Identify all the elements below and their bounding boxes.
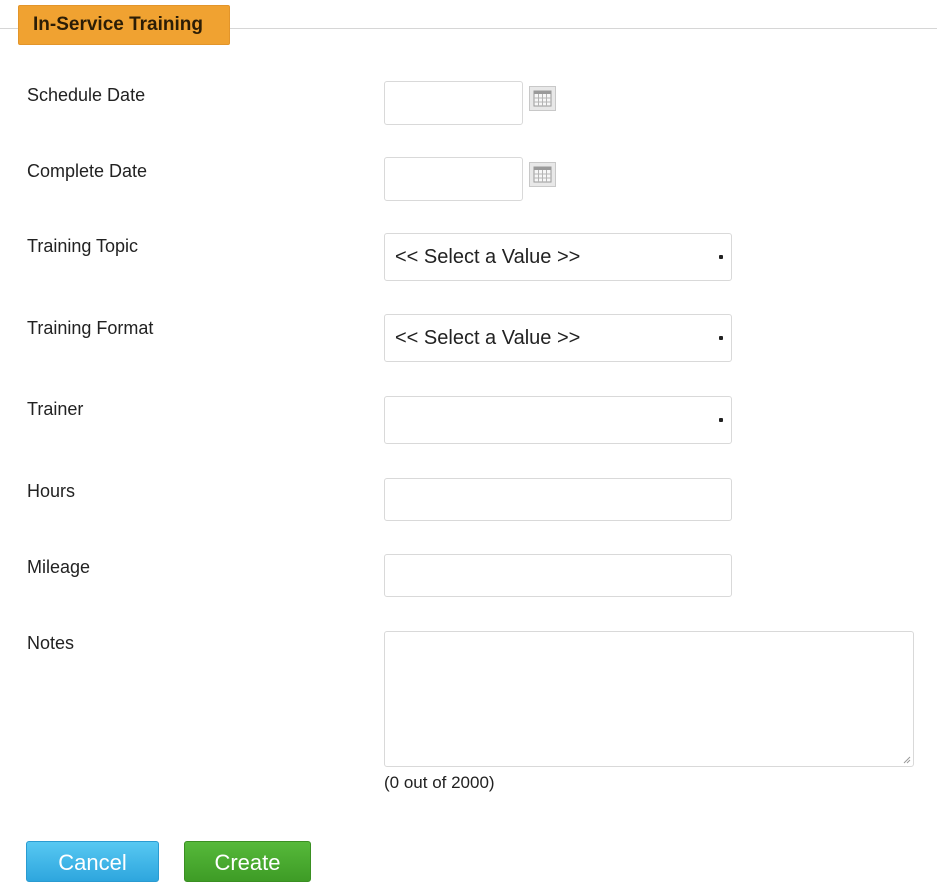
training-topic-label: Training Topic [27,236,139,256]
training-topic-select[interactable]: << Select a Value >> [384,233,732,281]
complete-date-label: Complete Date [27,161,148,181]
mileage-input[interactable] [384,554,732,597]
calendar-icon[interactable] [529,86,556,111]
trainer-label: Trainer [27,399,84,419]
training-topic-value: << Select a Value >> [395,246,581,268]
notes-label: Notes [27,633,75,653]
schedule-date-input[interactable] [384,81,523,125]
dropdown-arrow-icon [719,255,723,259]
hours-label: Hours [27,481,76,501]
trainer-select[interactable] [384,396,732,444]
notes-character-counter: (0 out of 2000) [384,773,495,792]
training-format-value: << Select a Value >> [395,327,581,349]
training-format-label: Training Format [27,318,154,338]
resize-grip-icon[interactable] [903,756,911,764]
hours-input[interactable] [384,478,732,521]
dropdown-arrow-icon [719,418,723,422]
notes-textarea[interactable] [384,631,914,767]
complete-date-input[interactable] [384,157,523,201]
cancel-button[interactable]: Cancel [26,841,159,882]
calendar-icon[interactable] [529,162,556,187]
dropdown-arrow-icon [719,336,723,340]
section-title: In-Service Training [18,5,230,45]
training-format-select[interactable]: << Select a Value >> [384,314,732,362]
mileage-label: Mileage [27,557,91,577]
schedule-date-label: Schedule Date [27,85,146,105]
create-button[interactable]: Create [184,841,311,882]
